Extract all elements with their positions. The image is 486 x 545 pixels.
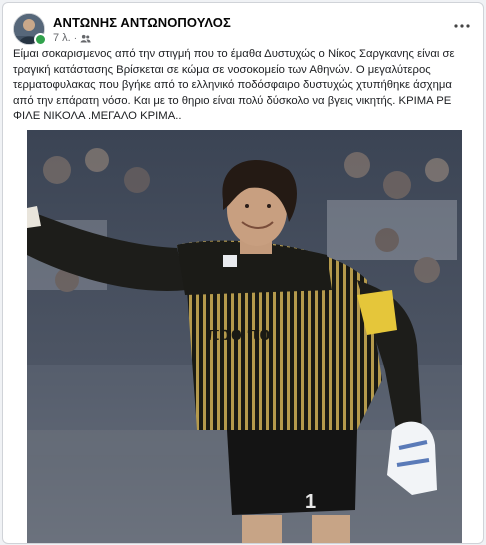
post-card: ΑΝΤΩΝΗΣ ΑΝΤΩΝΟΠΟΥΛΟΣ 7 λ. · Είμαι σοκαρι… bbox=[2, 2, 484, 544]
post-header: ΑΝΤΩΝΗΣ ΑΝΤΩΝΟΠΟΥΛΟΣ 7 λ. · bbox=[13, 13, 475, 49]
post-photo[interactable]: προ πο 1 bbox=[27, 130, 462, 543]
post-text: Είμαι σοκαρισμενος από την στιγμή που το… bbox=[13, 48, 455, 122]
jersey-sponsor-text: προ πο bbox=[207, 320, 270, 345]
post-timestamp[interactable]: 7 λ. bbox=[53, 32, 71, 44]
author-name[interactable]: ΑΝΤΩΝΗΣ ΑΝΤΩΝΟΠΟΥΛΟΣ bbox=[53, 15, 231, 30]
online-status-icon bbox=[34, 33, 47, 46]
meta-separator: · bbox=[73, 32, 78, 44]
friends-icon[interactable] bbox=[80, 34, 91, 43]
more-options-icon[interactable] bbox=[451, 15, 473, 37]
shorts-number-text: 1 bbox=[305, 491, 316, 513]
post-meta: 7 λ. · bbox=[53, 32, 91, 44]
